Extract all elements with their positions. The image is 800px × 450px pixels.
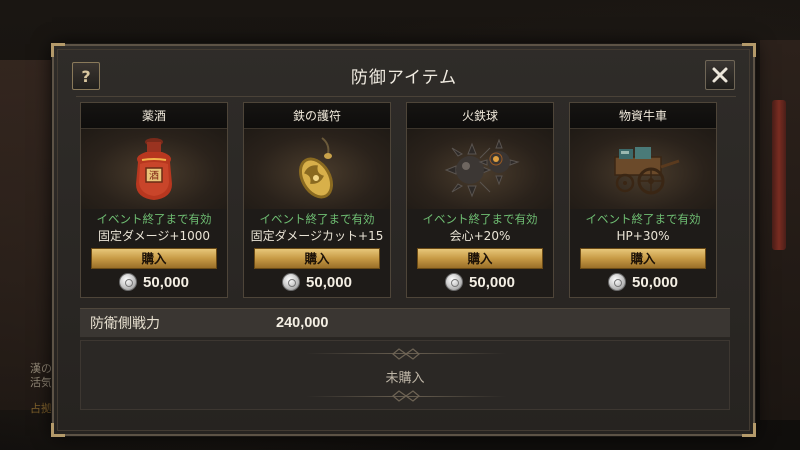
defense-power-label: 防衛側戦力 [90, 316, 160, 332]
item-name: 薬酒 [81, 103, 227, 129]
coin-icon [608, 273, 627, 291]
item-price: 50,000 [570, 270, 716, 294]
item-name: 物資牛車 [570, 103, 716, 129]
supply-cart-icon [614, 147, 680, 195]
close-button[interactable] [705, 60, 735, 90]
item-list: 薬酒 酒 イベント終了まで有効 固定ダメージ+1000 購入 50,000 鉄の… [80, 102, 730, 298]
item-card-medicinal-wine: 薬酒 酒 イベント終了まで有効 固定ダメージ+1000 購入 50,000 [80, 102, 228, 298]
item-card-supply-ox-cart: 物資牛車 イベント終了まで有効 HP+30% 購入 50,000 [569, 102, 717, 298]
item-name: 鉄の護符 [244, 103, 390, 129]
spiked-ball-icon [444, 138, 520, 198]
svg-text:酒: 酒 [149, 170, 159, 182]
item-image: 酒 [81, 129, 227, 209]
background-panel-right [760, 40, 800, 420]
purchase-status-panel: 未購入 [80, 340, 730, 410]
defense-power-row: 防衛側戦力 240,000 [80, 308, 730, 338]
item-effect: HP+30% [616, 229, 670, 243]
item-effect: 会心+20% [449, 229, 511, 243]
defense-items-dialog: ? 防御アイテム 薬酒 酒 イベント終了まで有効 固定ダメージ+1000 購入 … [51, 43, 756, 437]
corner-ornament [51, 43, 65, 57]
item-image [570, 129, 716, 209]
price-value: 50,000 [469, 273, 515, 291]
coin-icon [282, 273, 301, 291]
price-value: 50,000 [143, 273, 189, 291]
item-status: イベント終了まで有効 [585, 212, 701, 226]
scroll-decoration [772, 100, 786, 250]
item-image [244, 129, 390, 209]
item-price: 50,000 [407, 270, 553, 294]
corner-ornament [742, 423, 756, 437]
background-text: 活気 [30, 376, 52, 389]
coin-icon [119, 273, 138, 291]
amulet-icon [298, 137, 334, 199]
item-card-iron-amulet: 鉄の護符 イベント終了まで有効 固定ダメージカット+15 購入 50,000 [243, 102, 391, 298]
buy-button[interactable]: 購入 [417, 248, 543, 269]
item-status: イベント終了まで有効 [422, 212, 538, 226]
knot-ornament-icon [392, 348, 420, 360]
item-effect: 固定ダメージカット+15 [250, 229, 384, 243]
item-price: 50,000 [244, 270, 390, 294]
close-icon [712, 67, 728, 83]
dialog-title: 防御アイテム [350, 67, 458, 88]
background-text: 占拠 [30, 402, 52, 415]
item-status: イベント終了まで有効 [96, 212, 212, 226]
purchase-status: 未購入 [385, 371, 425, 386]
item-name: 火鉄球 [407, 103, 553, 129]
item-image [407, 129, 553, 209]
corner-ornament [51, 423, 65, 437]
buy-button[interactable]: 購入 [91, 248, 217, 269]
ornament-line [306, 396, 506, 397]
title-divider [76, 96, 736, 97]
price-value: 50,000 [632, 273, 678, 291]
buy-button[interactable]: 購入 [254, 248, 380, 269]
title-bar: 防御アイテム [68, 58, 740, 92]
item-price: 50,000 [81, 270, 227, 294]
item-status: イベント終了まで有効 [259, 212, 375, 226]
defense-power-value: 240,000 [276, 315, 329, 331]
coin-icon [445, 273, 464, 291]
buy-button[interactable]: 購入 [580, 248, 706, 269]
background-panel-left [0, 60, 58, 410]
item-card-fire-iron-ball: 火鉄球 イベント終了まで有効 会心+20% 購入 50,000 [406, 102, 554, 298]
corner-ornament [742, 43, 756, 57]
wine-jar-icon: 酒 [136, 138, 172, 200]
item-effect: 固定ダメージ+1000 [98, 229, 210, 243]
price-value: 50,000 [306, 273, 352, 291]
